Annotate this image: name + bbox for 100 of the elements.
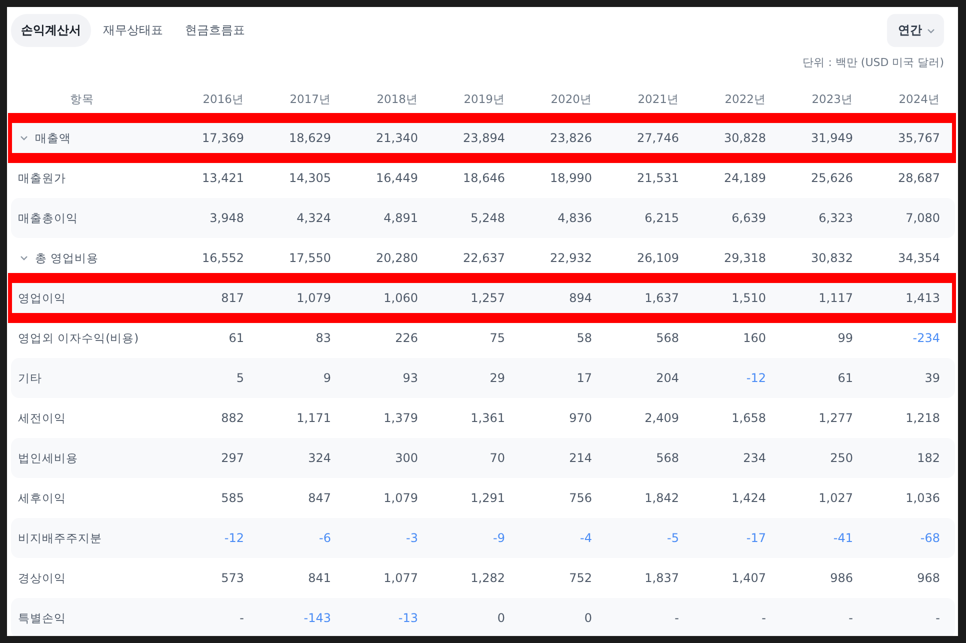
- table-cell-text: 3,948: [208, 210, 244, 227]
- table-cell-text: 250: [829, 450, 853, 467]
- table-cell-text: 29: [488, 370, 505, 387]
- table-cell-text: 61: [836, 370, 853, 387]
- table-cell-text: 83: [314, 330, 331, 347]
- table-cell-text: 16,552: [201, 250, 244, 267]
- table-cell-text: 1,407: [730, 570, 766, 587]
- table-cell-text: 297: [220, 450, 244, 467]
- table-cell-text: 882: [220, 410, 244, 427]
- table-cell-text: 21,340: [375, 130, 418, 147]
- table-cell-text: 817: [220, 290, 244, 307]
- period-dropdown[interactable]: 연간: [887, 14, 944, 47]
- table-cell-text: 0: [496, 610, 505, 627]
- table-cell-text: 1,079: [296, 290, 331, 307]
- table-cell-text: 841: [307, 570, 331, 587]
- table-cell-text: 22,637: [462, 250, 505, 267]
- table-cell-text: 28,687: [897, 170, 940, 187]
- table-cell-text: 1,282: [470, 570, 505, 587]
- table-cell-text: 1,171: [296, 410, 331, 427]
- table-cell-text: 6,215: [644, 210, 679, 227]
- table-cell-text: 182: [916, 450, 940, 467]
- table-cell-text: 585: [220, 490, 244, 507]
- table-cell-text: 226: [394, 330, 418, 347]
- table-cell-text: 568: [655, 330, 679, 347]
- table-cell-text: -: [760, 610, 766, 627]
- tab[interactable]: 손익계산서: [11, 14, 91, 47]
- table-cell-text: -13: [397, 610, 418, 627]
- table-cell-text: 160: [742, 330, 766, 347]
- row-label: 영업외 이자수익(비용): [18, 330, 139, 346]
- row-label: 비지배주주지분: [18, 530, 102, 546]
- table-cell-text: -3: [405, 530, 418, 547]
- table-cell-text: 1,027: [818, 490, 853, 507]
- table-cell-text: 1,361: [470, 410, 505, 427]
- table-cell-text: 17,369: [201, 130, 244, 147]
- table-cell-text: 573: [220, 570, 244, 587]
- table-cell-text: 1,842: [644, 490, 679, 507]
- table-cell-text: -: [238, 610, 244, 627]
- table-cell-text: -12: [223, 530, 244, 547]
- column-header: 2024년: [898, 90, 940, 108]
- table-cell-text: 1,837: [644, 570, 679, 587]
- table-cell-text: 204: [655, 370, 679, 387]
- table-cell-text: 568: [655, 450, 679, 467]
- table-cell-text: 986: [829, 570, 853, 587]
- table-cell-text: 17: [576, 370, 592, 387]
- table-cell-text: 29,318: [723, 250, 766, 267]
- table-cell-text: 1,060: [382, 290, 418, 307]
- table-cell-text: 18,990: [549, 170, 592, 187]
- row-label: 특별손익: [18, 610, 66, 626]
- table-cell-text: 30,832: [810, 250, 853, 267]
- table-cell-text: 1,077: [382, 570, 418, 587]
- table-cell-text: 21,531: [636, 170, 679, 187]
- table-cell-text: 26,109: [636, 250, 679, 267]
- table-cell-text: 752: [568, 570, 592, 587]
- table-cell-text: 7,080: [904, 210, 940, 227]
- table-cell-text: 756: [568, 490, 592, 507]
- column-header: 2020년: [550, 90, 592, 108]
- chevron-down-icon[interactable]: [19, 133, 29, 143]
- table-cell-text: 1,079: [382, 490, 418, 507]
- table-cell-text: -234: [912, 330, 940, 347]
- table-cell-text: 9: [322, 370, 331, 387]
- table-cell-text: 39: [924, 370, 940, 387]
- tab[interactable]: 현금흐름표: [175, 14, 255, 47]
- table-cell-text: 20,280: [375, 250, 418, 267]
- table-cell-text: -68: [919, 530, 940, 547]
- table-cell-text: 2,409: [644, 410, 679, 427]
- table-cell-text: 25,626: [810, 170, 853, 187]
- table-cell-text: 27,746: [636, 130, 679, 147]
- row-label: 총 영업비용: [35, 250, 99, 266]
- column-header: 2016년: [202, 90, 244, 108]
- table-cell-text: 234: [742, 450, 766, 467]
- row-label: 매출액: [35, 130, 71, 146]
- table-cell-text: 1,291: [470, 490, 505, 507]
- table-cell-text: 4,891: [382, 210, 418, 227]
- table-cell-text: 5: [235, 370, 244, 387]
- chevron-down-icon[interactable]: [19, 253, 29, 263]
- unit-note: 단위 : 백만 (USD 미국 달러): [802, 55, 944, 70]
- table-cell-text: 22,932: [549, 250, 592, 267]
- table-cell-text: 31,949: [810, 130, 853, 147]
- row-label: 법인세비용: [18, 450, 78, 466]
- table-cell-text: 1,413: [904, 290, 940, 307]
- table-cell-text: 34,354: [897, 250, 940, 267]
- table-cell-text: 0: [583, 610, 592, 627]
- table-cell-text: -17: [745, 530, 766, 547]
- table-cell-text: 968: [916, 570, 940, 587]
- table-cell-text: 1,257: [470, 290, 505, 307]
- table-cell-text: 1,510: [730, 290, 766, 307]
- table-cell-text: 99: [836, 330, 853, 347]
- table-cell-text: -41: [832, 530, 853, 547]
- table-cell-text: -6: [318, 530, 331, 547]
- table-cell-text: -: [934, 610, 940, 627]
- table-cell-text: -4: [579, 530, 592, 547]
- table-cell-text: 17,550: [288, 250, 331, 267]
- table-cell-text: 324: [307, 450, 331, 467]
- table-cell-text: 5,248: [470, 210, 505, 227]
- table-cell-text: 214: [568, 450, 592, 467]
- table-cell-text: 18,629: [288, 130, 331, 147]
- row-label: 경상이익: [18, 570, 66, 586]
- tab[interactable]: 재무상태표: [93, 14, 173, 47]
- table-cell-text: 1,658: [730, 410, 766, 427]
- table-cell-text: 894: [568, 290, 592, 307]
